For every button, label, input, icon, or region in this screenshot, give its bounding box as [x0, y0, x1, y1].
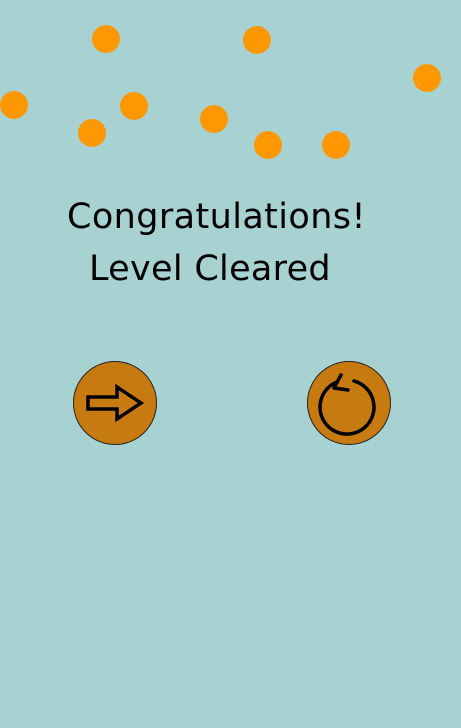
next-level-button[interactable]	[73, 361, 157, 445]
confetti-dot	[254, 131, 282, 159]
confetti-dot	[120, 92, 148, 120]
congratulations-title: Congratulations!	[67, 197, 366, 237]
confetti-dot	[0, 91, 28, 119]
arrow-right-icon	[85, 383, 145, 423]
restart-level-button[interactable]	[307, 361, 391, 445]
confetti-dot	[78, 119, 106, 147]
confetti-dot	[200, 105, 228, 133]
level-cleared-subtitle: Level Cleared	[89, 249, 331, 289]
confetti-dot	[413, 64, 441, 92]
confetti-dot	[322, 131, 350, 159]
confetti-dot	[92, 25, 120, 53]
confetti-dot	[243, 26, 271, 54]
restart-icon	[318, 370, 380, 436]
